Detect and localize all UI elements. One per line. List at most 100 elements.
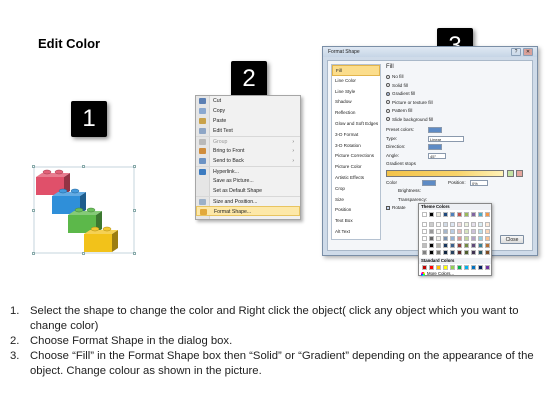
- format-nav-item[interactable]: Text Box: [332, 216, 380, 227]
- color-swatch[interactable]: [457, 212, 462, 217]
- color-swatch[interactable]: [457, 236, 462, 241]
- more-colors-link[interactable]: More Colors...: [427, 271, 454, 276]
- standard-color-swatch[interactable]: [464, 265, 469, 270]
- color-swatch[interactable]: [457, 222, 462, 227]
- context-menu-item[interactable]: Set as Default Shape: [196, 186, 300, 196]
- color-swatch[interactable]: [478, 243, 483, 248]
- format-nav-item[interactable]: Alt Text: [332, 227, 380, 238]
- color-swatch[interactable]: [429, 236, 434, 241]
- color-swatch[interactable]: [478, 212, 483, 217]
- format-nav-item[interactable]: Size: [332, 195, 380, 206]
- format-nav-item[interactable]: 3-D Format: [332, 130, 380, 141]
- standard-color-swatch[interactable]: [471, 265, 476, 270]
- add-stop-icon[interactable]: [507, 169, 514, 177]
- context-menu-item[interactable]: Send to Back ›: [196, 156, 300, 166]
- color-swatch[interactable]: [422, 250, 427, 255]
- format-nav-item[interactable]: 3-D Rotation: [332, 141, 380, 152]
- fill-option[interactable]: Slide background fill: [386, 116, 529, 125]
- fill-option-radio[interactable]: [386, 83, 390, 88]
- color-swatch[interactable]: [478, 236, 483, 241]
- fill-option-radio[interactable]: [386, 91, 390, 96]
- color-swatch[interactable]: [422, 243, 427, 248]
- context-menu-item[interactable]: Copy: [196, 106, 300, 116]
- close-icon[interactable]: ✕: [523, 48, 533, 56]
- angle-input[interactable]: 45°: [428, 152, 446, 159]
- fill-option[interactable]: Pattern fill: [386, 107, 529, 116]
- type-dropdown[interactable]: Linear: [428, 135, 464, 142]
- color-swatch[interactable]: [464, 250, 469, 255]
- preset-colors-dropdown[interactable]: [428, 127, 442, 133]
- color-swatch[interactable]: [464, 243, 469, 248]
- lego-shapes[interactable]: [32, 165, 136, 255]
- color-swatch[interactable]: [471, 236, 476, 241]
- context-menu-item[interactable]: Paste: [196, 116, 300, 126]
- close-button[interactable]: Close: [500, 235, 524, 244]
- color-swatch[interactable]: [422, 229, 427, 234]
- fill-option[interactable]: No fill: [386, 73, 529, 82]
- color-swatch[interactable]: [429, 212, 434, 217]
- lego-brick[interactable]: [84, 226, 118, 252]
- color-swatch[interactable]: [450, 243, 455, 248]
- color-swatch[interactable]: [450, 212, 455, 217]
- format-nav-item[interactable]: Fill: [332, 65, 380, 76]
- standard-color-swatch[interactable]: [436, 265, 441, 270]
- color-swatch[interactable]: [450, 222, 455, 227]
- context-menu-item[interactable]: Bring to Front ›: [196, 146, 300, 156]
- color-swatch[interactable]: [443, 212, 448, 217]
- color-swatch[interactable]: [485, 236, 490, 241]
- color-swatch[interactable]: [436, 243, 441, 248]
- color-swatch[interactable]: [485, 229, 490, 234]
- color-swatch[interactable]: [436, 250, 441, 255]
- format-nav-item[interactable]: Line Color: [332, 76, 380, 87]
- color-swatch[interactable]: [429, 222, 434, 227]
- color-swatch[interactable]: [422, 222, 427, 227]
- format-nav-item[interactable]: Crop: [332, 184, 380, 195]
- fill-option-radio[interactable]: [386, 100, 390, 105]
- direction-dropdown[interactable]: [428, 144, 442, 150]
- color-swatch[interactable]: [471, 229, 476, 234]
- standard-color-swatch[interactable]: [429, 265, 434, 270]
- color-swatch[interactable]: [485, 243, 490, 248]
- color-swatch[interactable]: [485, 222, 490, 227]
- color-swatch[interactable]: [450, 229, 455, 234]
- format-nav-item[interactable]: Line Style: [332, 87, 380, 98]
- color-swatch[interactable]: [485, 250, 490, 255]
- fill-option[interactable]: Gradient fill: [386, 90, 529, 99]
- color-swatch[interactable]: [443, 229, 448, 234]
- format-nav-item[interactable]: Glow and Soft Edges: [332, 119, 380, 130]
- fill-option-radio[interactable]: [386, 117, 390, 122]
- remove-stop-icon[interactable]: [516, 169, 523, 177]
- format-nav-item[interactable]: Artistic Effects: [332, 173, 380, 184]
- context-menu-item[interactable]: Edit Text: [196, 126, 300, 136]
- color-swatch[interactable]: [422, 212, 427, 217]
- color-swatch[interactable]: [478, 229, 483, 234]
- format-nav-item[interactable]: Shadow: [332, 97, 380, 108]
- standard-color-swatch[interactable]: [457, 265, 462, 270]
- color-swatch[interactable]: [478, 250, 483, 255]
- color-swatch[interactable]: [429, 229, 434, 234]
- color-swatch[interactable]: [436, 212, 441, 217]
- color-swatch[interactable]: [485, 212, 490, 217]
- context-menu-item[interactable]: Size and Position...: [196, 196, 300, 206]
- color-dropdown[interactable]: [422, 179, 436, 186]
- color-swatch[interactable]: [443, 243, 448, 248]
- color-swatch[interactable]: [436, 222, 441, 227]
- color-swatch[interactable]: [471, 212, 476, 217]
- color-swatch[interactable]: [429, 243, 434, 248]
- context-menu-item[interactable]: Format Shape...: [196, 206, 300, 216]
- standard-color-swatch[interactable]: [478, 265, 483, 270]
- color-swatch[interactable]: [450, 250, 455, 255]
- color-swatch[interactable]: [436, 236, 441, 241]
- format-nav-item[interactable]: Picture Color: [332, 162, 380, 173]
- color-swatch[interactable]: [443, 236, 448, 241]
- standard-color-swatch[interactable]: [485, 265, 490, 270]
- context-menu-item[interactable]: Save as Picture...: [196, 176, 300, 186]
- color-swatch[interactable]: [457, 243, 462, 248]
- gradient-stops-bar[interactable]: [386, 169, 504, 177]
- context-menu-item[interactable]: Group ›: [196, 136, 300, 146]
- format-nav-item[interactable]: Picture Corrections: [332, 151, 380, 162]
- color-swatch[interactable]: [464, 222, 469, 227]
- color-swatch[interactable]: [422, 236, 427, 241]
- color-swatch[interactable]: [471, 250, 476, 255]
- fill-option-radio[interactable]: [386, 108, 390, 113]
